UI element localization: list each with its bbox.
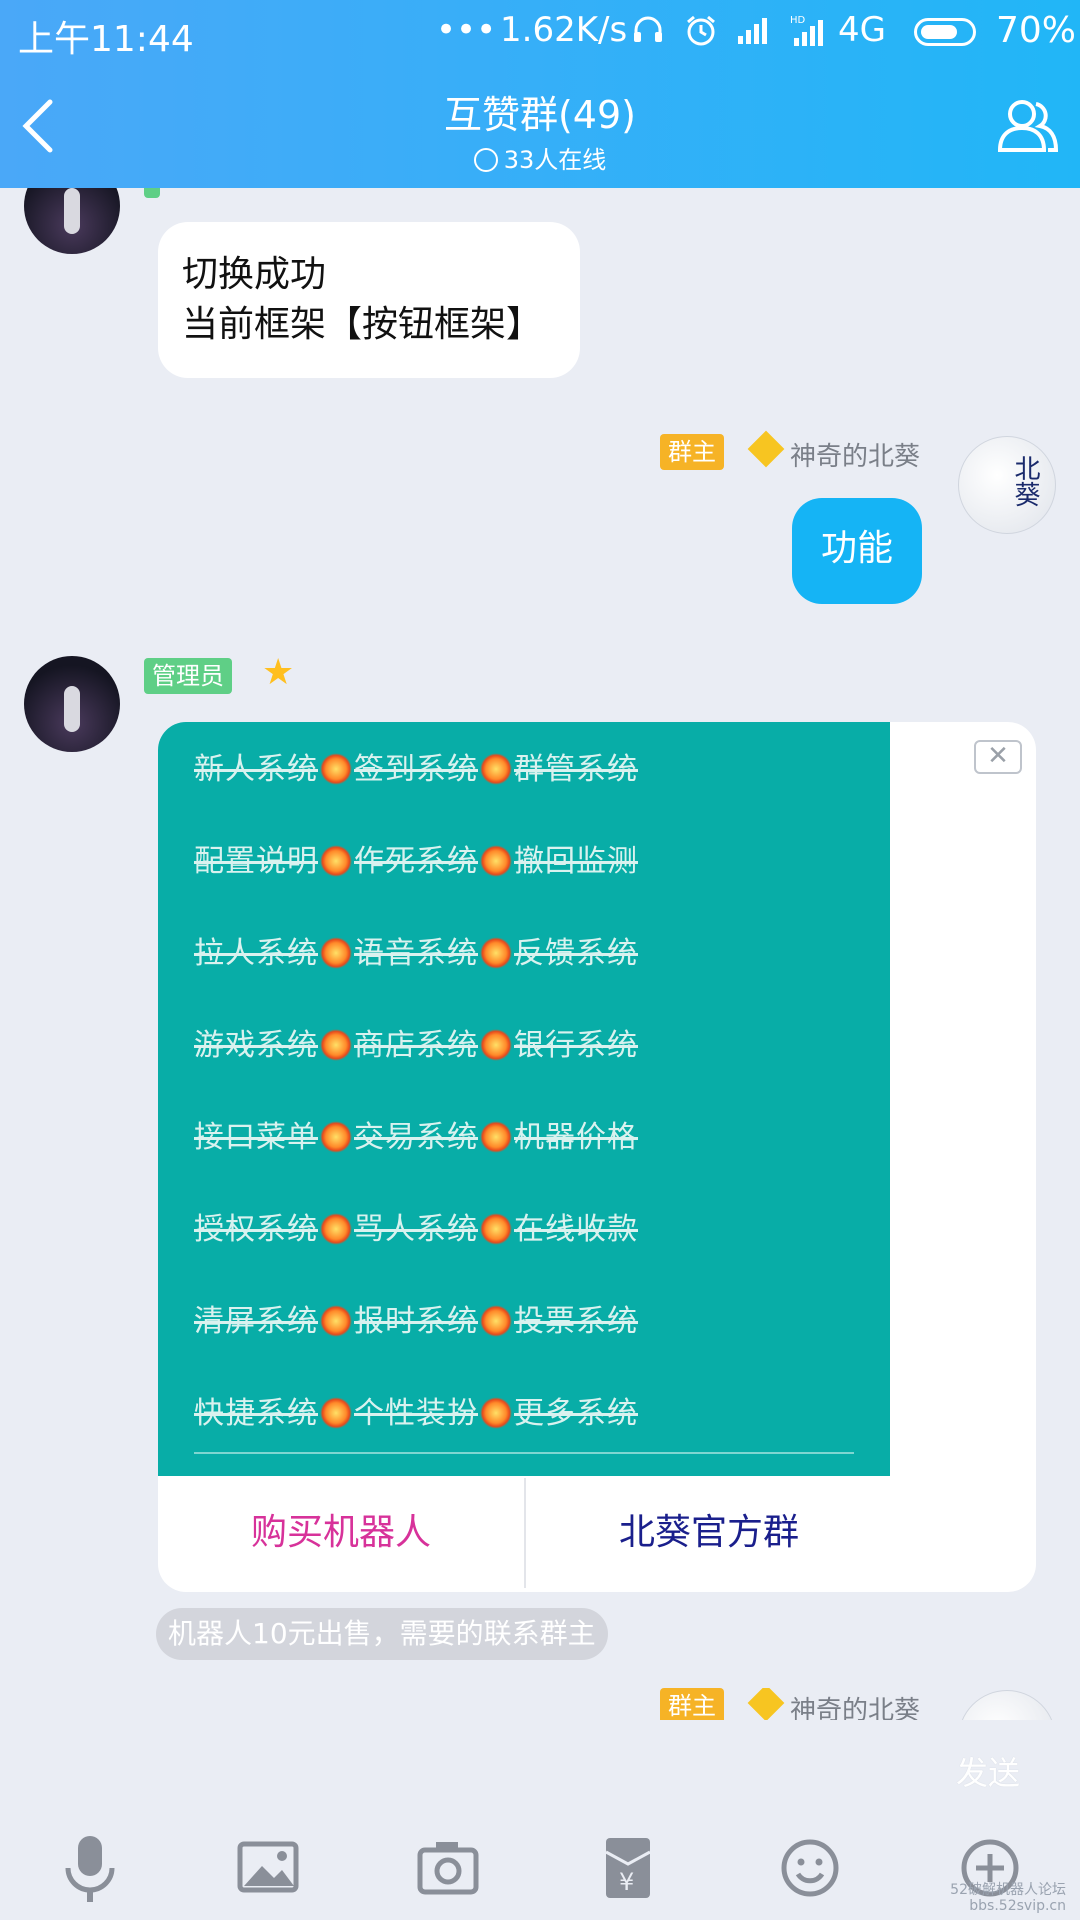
signal-icon <box>736 14 776 53</box>
forum-watermark: 52破解机器人论坛 bbs.52svip.cn <box>950 1882 1066 1914</box>
menu-row: 游戏系统 商店系统 银行系统 <box>194 1028 638 1063</box>
spark-icon <box>320 1397 352 1429</box>
check-circle-icon <box>473 148 498 172</box>
menu-row: 配置说明 作死系统 撤回监测 <box>194 844 638 879</box>
status-dots: ••• <box>436 10 497 50</box>
menu-row: 清屏系统 报时系统 投票系统 <box>194 1304 638 1339</box>
spark-icon <box>320 845 352 877</box>
online-status: 33人在线 <box>0 140 1080 175</box>
menu-divider <box>194 1452 854 1454</box>
message-line-1: 切换成功 <box>182 254 327 295</box>
robot-sale-note: 机器人10元出售，需要的联系群主 <box>156 1608 608 1660</box>
svg-text:HD: HD <box>790 15 806 26</box>
emoji-icon[interactable] <box>770 1830 850 1910</box>
group-title: 互赞群(49) <box>443 93 636 137</box>
spark-icon <box>320 1029 352 1061</box>
owner-badge: 群主 <box>660 434 724 470</box>
svg-text:¥: ¥ <box>619 1868 634 1896</box>
avatar-text: 北葵 <box>1010 455 1040 507</box>
chat-area[interactable]: 切换成功 当前框架【按钮框架】 北葵 群主 神奇的北葵 功能 管理员 ★ 新人系… <box>0 188 1080 1724</box>
spark-icon <box>320 1305 352 1337</box>
spark-icon <box>480 1305 512 1337</box>
menu-row: 授权系统 骂人系统 在线收款 <box>194 1212 638 1247</box>
menu-panel: 新人系统 签到系统 群管系统 配置说明 作死系统 撤回监测 拉人系统 语音系统 反馈系统 游… <box>158 722 890 1476</box>
spark-icon <box>480 1397 512 1429</box>
official-group-button[interactable]: 北葵官方群 <box>526 1478 892 1588</box>
avatar-owner-2[interactable] <box>958 1690 1056 1724</box>
signal-hd-icon: HD <box>790 14 834 55</box>
avatar-admin-2[interactable] <box>24 656 120 752</box>
avatar-owner[interactable]: 北葵 <box>958 436 1056 534</box>
spark-icon <box>320 937 352 969</box>
camera-icon[interactable] <box>410 1830 490 1910</box>
avatar-admin[interactable] <box>24 188 120 254</box>
send-button[interactable]: 发送 <box>956 1748 1020 1794</box>
watermark-line-2: bbs.52svip.cn <box>969 1898 1066 1914</box>
owner-badge-2: 群主 <box>660 1688 724 1724</box>
spark-icon <box>320 753 352 785</box>
spark-icon <box>480 845 512 877</box>
star-icon: ★ <box>262 652 295 693</box>
battery-icon <box>914 18 976 46</box>
diamond-icon-2 <box>747 1688 785 1722</box>
close-icon[interactable]: ✕ <box>974 740 1022 774</box>
message-bubble-switch[interactable]: 切换成功 当前框架【按钮框架】 <box>158 222 580 378</box>
status-network: 4G <box>838 10 886 50</box>
message-bubble-function[interactable]: 功能 <box>792 498 922 604</box>
message-4-peek: 群主 神奇的北葵 <box>0 1688 1080 1724</box>
admin-badge-top <box>144 188 160 198</box>
top-header: 上午11:44 ••• 1.62K/s HD 4G 70% 互赞群(49) 33… <box>0 0 1080 188</box>
menu-row: 快捷系统 个性装扮 更多系统 <box>194 1396 638 1431</box>
headphone-icon <box>632 14 664 53</box>
spark-icon <box>480 1029 512 1061</box>
spark-icon <box>480 937 512 969</box>
admin-badge: 管理员 <box>144 658 232 694</box>
input-toolbar: ¥ <box>0 1830 1080 1920</box>
menu-row: 接口菜单 交易系统 机器价格 <box>194 1120 638 1155</box>
spark-icon <box>320 1121 352 1153</box>
menu-row: 拉人系统 语音系统 反馈系统 <box>194 936 638 971</box>
status-time: 上午11:44 <box>18 19 194 60</box>
menu-card: 新人系统 签到系统 群管系统 配置说明 作死系统 撤回监测 拉人系统 语音系统 反馈系统 游… <box>158 722 1036 1592</box>
red-packet-icon[interactable]: ¥ <box>590 1830 670 1910</box>
spark-icon <box>480 753 512 785</box>
menu-row: 新人系统 签到系统 群管系统 <box>194 752 638 787</box>
message-line-2: 当前框架【按钮框架】 <box>182 304 543 345</box>
spark-icon <box>480 1213 512 1245</box>
group-members-icon[interactable] <box>996 96 1060 156</box>
status-bar: 上午11:44 ••• 1.62K/s HD 4G 70% <box>0 0 1080 66</box>
spark-icon <box>320 1213 352 1245</box>
diamond-icon <box>747 430 785 468</box>
voice-icon[interactable] <box>50 1830 130 1910</box>
alarm-icon <box>684 14 718 55</box>
owner-nickname-2[interactable]: 神奇的北葵 <box>790 1690 920 1724</box>
spark-icon <box>480 1121 512 1153</box>
buy-robot-button[interactable]: 购买机器人 <box>158 1478 526 1588</box>
watermark-line-1: 52破解机器人论坛 <box>950 1882 1066 1898</box>
online-count: 33人在线 <box>503 146 607 174</box>
image-icon[interactable] <box>230 1830 310 1910</box>
status-speed: 1.62K/s <box>500 10 628 50</box>
owner-nickname[interactable]: 神奇的北葵 <box>790 436 920 473</box>
status-battery: 70% <box>996 10 1077 51</box>
